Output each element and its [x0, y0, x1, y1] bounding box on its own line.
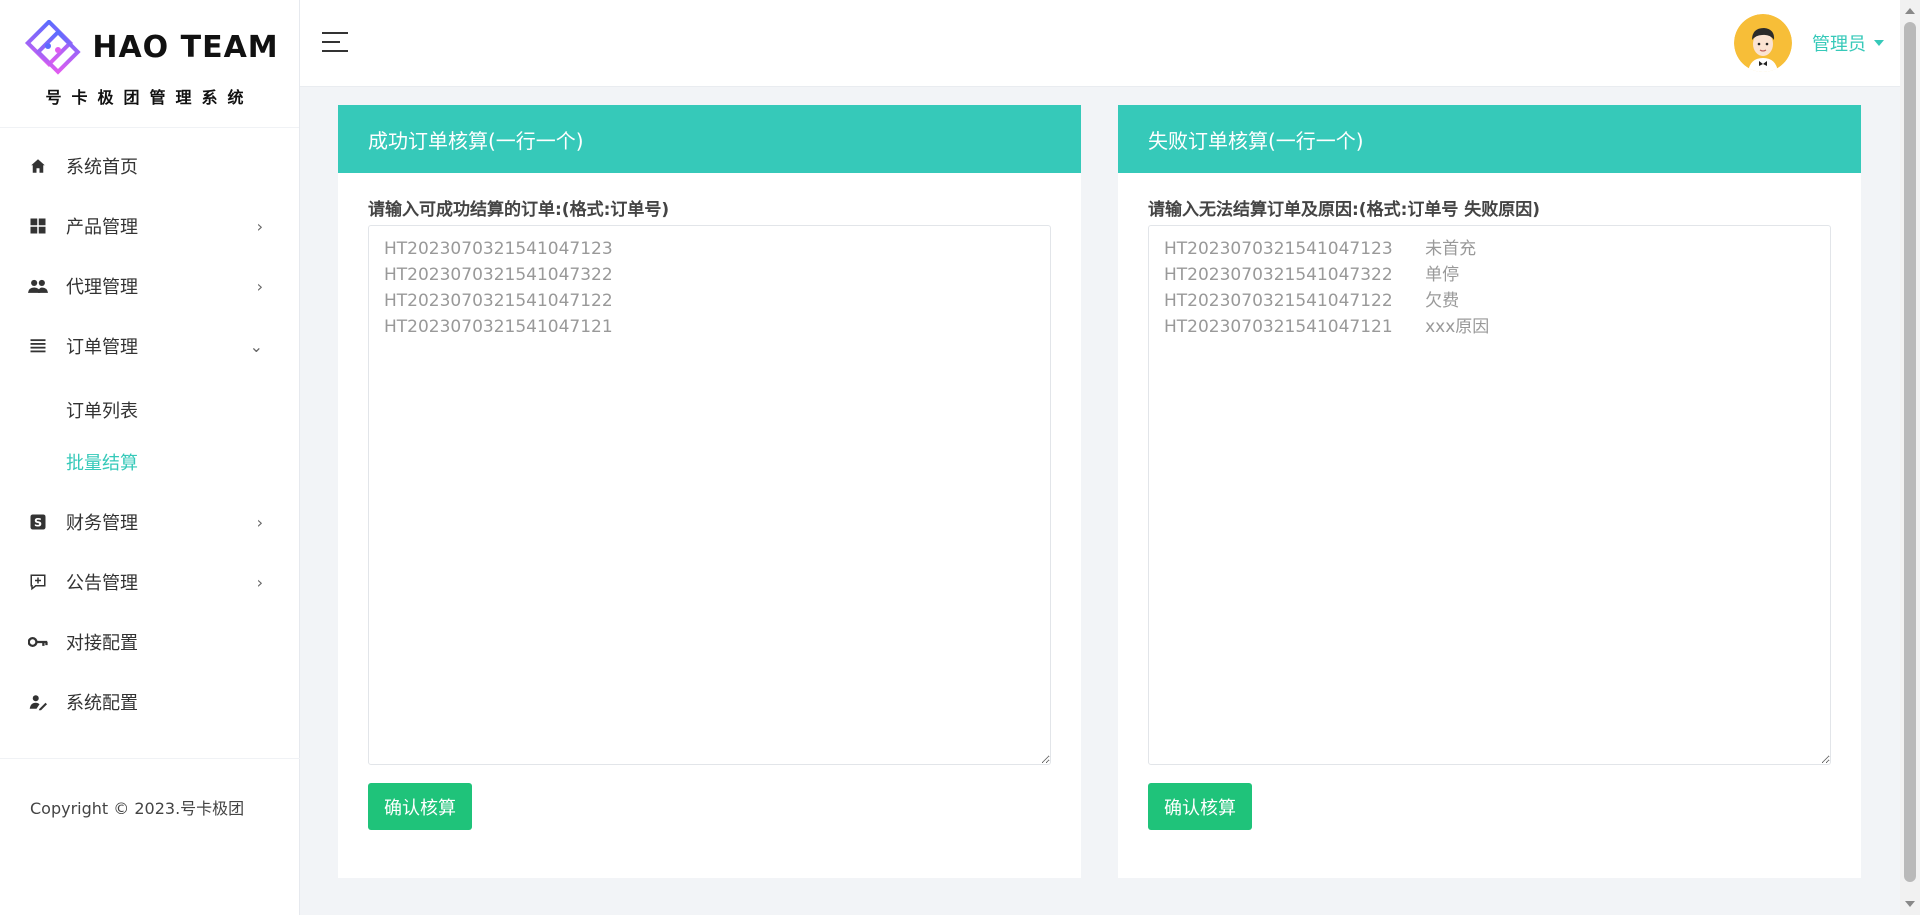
user-name: 管理员	[1812, 34, 1866, 55]
sidebar-item-settings[interactable]: 系统配置	[0, 672, 299, 732]
sidebar-item-orders[interactable]: 订单管理 ⌄	[0, 316, 299, 376]
sidebar-item-label: 财务管理	[66, 513, 138, 534]
sidebar-item-integration[interactable]: 对接配置	[0, 612, 299, 672]
svg-text:S: S	[34, 517, 42, 530]
caret-down-icon	[1874, 40, 1884, 46]
sidebar-subitem-order-list[interactable]: 订单列表	[0, 384, 299, 436]
sidebar-subitem-label: 批量结算	[66, 453, 138, 474]
success-orders-textarea[interactable]	[368, 225, 1051, 765]
list-icon	[28, 336, 48, 356]
sidebar-subitem-label: 订单列表	[66, 401, 138, 422]
logo-title: HAO TEAM	[92, 30, 279, 65]
user-edit-icon	[28, 692, 48, 712]
sidebar-item-finance[interactable]: S 财务管理 ›	[0, 492, 299, 552]
scroll-down-icon[interactable]	[1905, 901, 1915, 907]
topbar: 管理员	[300, 0, 1900, 87]
sidebar-item-products[interactable]: 产品管理 ›	[0, 196, 299, 256]
sidebar-item-label: 代理管理	[66, 277, 138, 298]
home-icon	[28, 156, 48, 176]
avatar	[1734, 14, 1792, 72]
success-orders-label: 请输入可成功结算的订单:(格式:订单号)	[368, 200, 670, 220]
sidebar-item-agents[interactable]: 代理管理 ›	[0, 256, 299, 316]
logo[interactable]: HAO TEAM 号卡极团管理系统	[0, 0, 299, 128]
user-menu[interactable]: 管理员	[1734, 14, 1884, 72]
chevron-right-icon: ›	[256, 216, 263, 236]
card-title: 成功订单核算(一行一个)	[338, 105, 1081, 173]
success-order-card: 成功订单核算(一行一个) 请输入可成功结算的订单:(格式:订单号) 确认核算	[338, 105, 1081, 878]
sidebar-item-label: 对接配置	[66, 633, 138, 654]
confirm-fail-button[interactable]: 确认核算	[1148, 783, 1252, 830]
people-icon	[28, 276, 48, 296]
chevron-down-icon: ⌄	[249, 336, 263, 356]
sidebar-item-announcements[interactable]: 公告管理 ›	[0, 552, 299, 612]
announce-icon	[28, 572, 48, 592]
fail-orders-textarea[interactable]	[1148, 225, 1831, 765]
chevron-right-icon: ›	[256, 276, 263, 296]
key-icon	[28, 632, 48, 652]
sidebar-subitem-batch-settlement[interactable]: 批量结算	[0, 436, 299, 488]
orders-submenu: 订单列表 批量结算	[0, 376, 299, 492]
confirm-success-button[interactable]: 确认核算	[368, 783, 472, 830]
sidebar-item-label: 公告管理	[66, 573, 138, 594]
dollar-icon: S	[28, 512, 48, 532]
scroll-up-icon[interactable]	[1905, 8, 1915, 14]
chevron-right-icon: ›	[256, 572, 263, 592]
sidebar-item-label: 系统首页	[66, 157, 138, 178]
sidebar-item-label: 产品管理	[66, 217, 138, 238]
fail-orders-label: 请输入无法结算订单及原因:(格式:订单号 失败原因)	[1148, 200, 1541, 220]
copyright: Copyright © 2023.号卡极团	[0, 758, 300, 819]
grid-icon	[28, 216, 48, 236]
sidebar-item-label: 订单管理	[66, 337, 138, 358]
sidebar-nav: 系统首页 产品管理 › 代理管理 › 订单管理 ⌄ 订单列表 批量结算 S 财务…	[0, 128, 299, 732]
logo-subtitle: 号卡极团管理系统	[45, 87, 254, 107]
sidebar-item-label: 系统配置	[66, 693, 138, 714]
sidebar-item-home[interactable]: 系统首页	[0, 136, 299, 196]
sidebar: HAO TEAM 号卡极团管理系统 系统首页 产品管理 › 代理管理 › 订单管…	[0, 0, 300, 915]
page-scrollbar[interactable]	[1900, 0, 1920, 915]
card-title: 失败订单核算(一行一个)	[1118, 105, 1861, 173]
logo-mark-icon	[25, 19, 81, 75]
chevron-right-icon: ›	[256, 512, 263, 532]
scrollbar-thumb[interactable]	[1904, 22, 1916, 882]
menu-toggle-icon[interactable]	[322, 32, 348, 54]
fail-order-card: 失败订单核算(一行一个) 请输入无法结算订单及原因:(格式:订单号 失败原因) …	[1118, 105, 1861, 878]
